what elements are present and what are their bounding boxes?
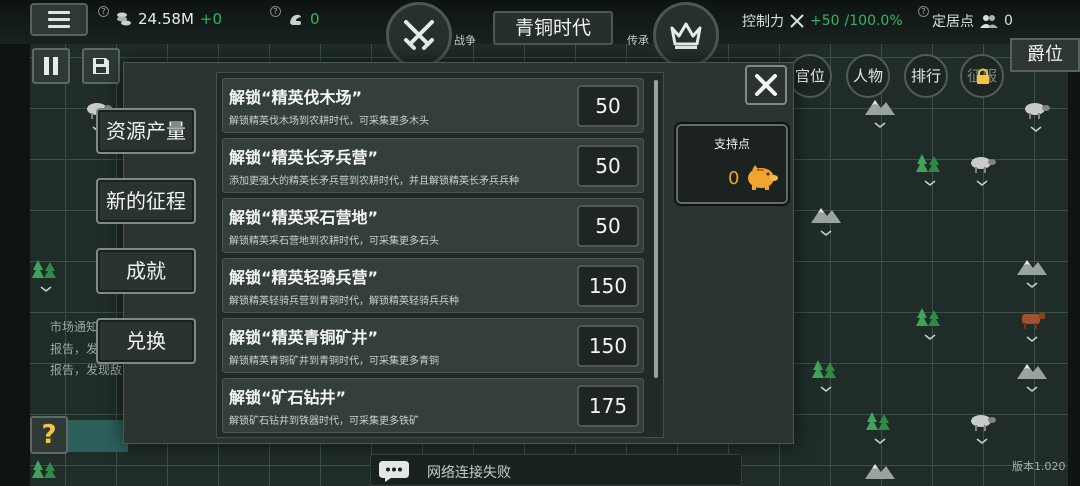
- unlock-cost-button[interactable]: 50: [577, 85, 639, 127]
- version-label: 版本1.020: [1012, 460, 1066, 473]
- unlock-item-description: 解锁矿石钻井到铁器时代，可采集更多铁矿: [229, 416, 419, 427]
- achievements-button[interactable]: 成就: [96, 248, 196, 294]
- arm-strength-icon: [290, 14, 301, 25]
- sheep-tile[interactable]: [964, 408, 1000, 444]
- save-button[interactable]: [82, 48, 120, 84]
- unlock-item-title: 解锁“精英轻骑兵营”: [229, 268, 379, 287]
- tree-tile[interactable]: [862, 408, 898, 444]
- top-bar: ? 24.58M +0 ? 0 青铜时代: [0, 0, 1080, 45]
- unlock-item[interactable]: 解锁“精英轻骑兵营” 解锁精英轻骑兵营到青铜时代，解锁精英轻骑兵兵种 150: [222, 258, 644, 313]
- unlock-item-description: 解锁精英采石营地到农耕时代，可采集更多石头: [229, 236, 439, 247]
- tree-tile[interactable]: [28, 456, 64, 484]
- close-icon: [755, 74, 777, 96]
- settle-value: 0: [1004, 13, 1013, 29]
- battle-button[interactable]: [386, 2, 452, 68]
- control-delta: +50: [810, 13, 840, 29]
- crossed-swords-icon: [404, 20, 434, 50]
- crown-icon: [670, 22, 702, 49]
- close-button[interactable]: [745, 65, 787, 105]
- settlement-stat: 定居点 0: [932, 11, 1013, 31]
- support-points-value: 0: [728, 168, 740, 189]
- unlock-item[interactable]: 解锁“矿石钻井” 解锁矿石钻井到铁器时代，可采集更多铁矿 175: [222, 378, 644, 433]
- support-points-panel: 支持点 0: [676, 124, 788, 204]
- main-menu-button[interactable]: [30, 3, 88, 36]
- resources-stat: 24.58M +0: [116, 10, 222, 28]
- settle-label: 定居点: [932, 14, 974, 30]
- unlock-cost-button[interactable]: 50: [577, 145, 639, 187]
- unlock-item-title: 解锁“精英青铜矿井”: [229, 328, 379, 347]
- battle-label: 战争: [454, 34, 476, 47]
- unlock-item[interactable]: 解锁“精英青铜矿井” 解锁精英青铜矿井到青铜时代，可采集更多青铜 150: [222, 318, 644, 373]
- map-right-edge: [1068, 0, 1080, 486]
- control-stat: 控制力 +50/100.0%: [742, 11, 903, 31]
- unlock-item-description: 解锁精英青铜矿井到青铜时代，可采集更多青铜: [229, 356, 439, 367]
- conquest-button-locked[interactable]: 征服: [960, 54, 1004, 98]
- chat-message: 网络连接失败: [427, 465, 511, 481]
- mountain-tile[interactable]: [808, 200, 844, 236]
- population-stat: 0: [288, 10, 320, 28]
- unlock-item-title: 解锁“精英长矛兵营”: [229, 148, 379, 167]
- unlock-item[interactable]: 解锁“精英伐木场” 解锁精英伐木场到农耕时代，可采集更多木头 50: [222, 78, 644, 133]
- sheep-tile[interactable]: [1018, 96, 1054, 132]
- piggy-bank-icon: [748, 165, 778, 190]
- unlock-cost-button[interactable]: 175: [577, 385, 639, 427]
- list-scrollbar[interactable]: [654, 80, 658, 378]
- tree-tile[interactable]: [912, 304, 948, 340]
- legacy-button[interactable]: [653, 2, 719, 68]
- legacy-label: 传承: [627, 34, 649, 47]
- tree-tile[interactable]: [808, 356, 844, 392]
- mountain-tile[interactable]: [862, 456, 898, 484]
- map-left-edge: [0, 0, 30, 486]
- help-icon[interactable]: ?: [98, 6, 109, 17]
- population-value: 0: [310, 10, 320, 28]
- tree-tile[interactable]: [28, 256, 64, 292]
- people-icon: [980, 15, 998, 28]
- help-icon[interactable]: ?: [918, 6, 929, 17]
- nobility-title-tab[interactable]: 爵位: [1010, 38, 1080, 72]
- support-points-title: 支持点: [713, 137, 750, 151]
- unlock-item-title: 解锁“精英伐木场”: [229, 88, 363, 107]
- sheep-tile[interactable]: [964, 150, 1000, 186]
- unlock-item-description: 添加更强大的精英长矛兵营到农耕时代，并且解锁精英长矛兵兵种: [229, 176, 519, 187]
- help-button[interactable]: ?: [30, 416, 68, 454]
- mountain-tile[interactable]: [1014, 356, 1050, 392]
- unlock-cost-button[interactable]: 150: [577, 325, 639, 367]
- unlock-item-title: 解锁“精英采石营地”: [229, 208, 379, 227]
- progress-bar: [68, 420, 128, 452]
- resources-delta: +0: [199, 10, 223, 28]
- new-journey-button[interactable]: 新的征程: [96, 178, 196, 224]
- coins-icon: [117, 12, 131, 26]
- resources-value: 24.58M: [138, 10, 194, 28]
- resource-output-button[interactable]: 资源产量: [96, 108, 196, 154]
- control-value: /100.0%: [844, 13, 903, 29]
- unlock-cost-button[interactable]: 150: [577, 265, 639, 307]
- unlock-item-title: 解锁“矿石钻井”: [229, 388, 347, 407]
- ranking-button[interactable]: 排行: [904, 54, 948, 98]
- unlock-cost-button[interactable]: 50: [577, 205, 639, 247]
- unlock-item-description: 解锁精英轻骑兵营到青铜时代，解锁精英轻骑兵兵种: [229, 296, 459, 307]
- redeem-button[interactable]: 兑换: [96, 318, 196, 364]
- chat-bar[interactable]: 网络连接失败: [370, 454, 742, 486]
- pause-button[interactable]: [32, 48, 70, 84]
- unlock-item-description: 解锁精英伐木场到农耕时代，可采集更多木头: [229, 116, 429, 127]
- pause-icon: [44, 57, 58, 75]
- unlock-item[interactable]: 解锁“精英采石营地” 解锁精英采石营地到农耕时代，可采集更多石头 50: [222, 198, 644, 253]
- floppy-disk-icon: [93, 58, 109, 74]
- unlock-item[interactable]: 解锁“精英长矛兵营” 添加更强大的精英长矛兵营到农耕时代，并且解锁精英长矛兵兵种…: [222, 138, 644, 193]
- people-button[interactable]: 人物: [846, 54, 890, 98]
- mountain-tile[interactable]: [1014, 252, 1050, 288]
- chat-bubble-icon: [379, 461, 409, 482]
- lock-icon: [977, 68, 989, 84]
- cow-tile[interactable]: [1014, 306, 1050, 342]
- official-button[interactable]: 官位: [788, 54, 832, 98]
- notice-line: 市场通知: [50, 320, 99, 334]
- era-title: 青铜时代: [493, 11, 613, 45]
- crossed-swords-small-icon: [790, 14, 804, 28]
- control-label: 控制力: [742, 14, 784, 30]
- help-icon[interactable]: ?: [270, 6, 281, 17]
- tree-tile[interactable]: [912, 150, 948, 186]
